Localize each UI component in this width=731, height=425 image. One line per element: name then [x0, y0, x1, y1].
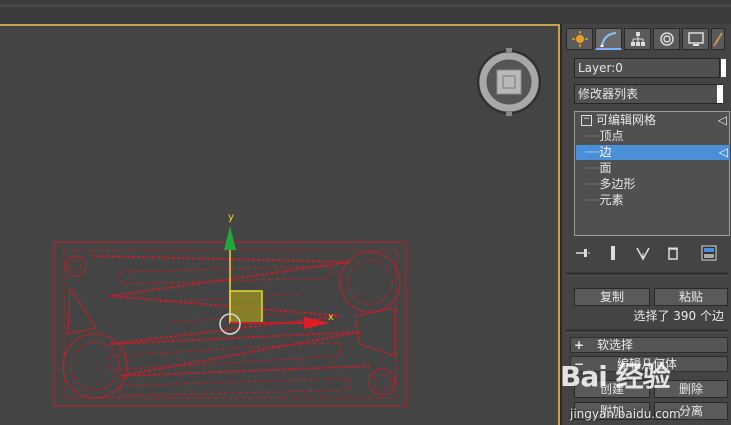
edit-geometry-rollout[interactable]: − 编辑几何体	[570, 356, 728, 372]
configure-modifier-sets-icon[interactable]	[700, 244, 718, 262]
viewcube[interactable]	[477, 48, 541, 116]
stack-root-label: 可编辑网格	[596, 113, 657, 127]
toolbar-strip	[0, 4, 731, 7]
stack-item-label: 顶点	[599, 129, 624, 143]
stack-item-label: 多边形	[599, 177, 636, 191]
display-icon	[687, 32, 704, 46]
tab-hierarchy[interactable]	[624, 28, 651, 50]
tab-create[interactable]	[566, 28, 593, 50]
modifier-list-text: 修改器列表	[578, 87, 639, 101]
perspective-viewport[interactable]: y x	[0, 24, 560, 425]
separator	[566, 329, 728, 333]
stack-item-polygon[interactable]: ┈┈多边形	[585, 177, 729, 192]
show-end-result-icon[interactable]	[604, 244, 622, 262]
expand-icon: +	[573, 338, 585, 352]
command-panel: Layer:0 修改器列表 − 可编辑网格 ◁ ┈┈顶点 ┈┈边 ◁ ┈┈面 ┈┈…	[562, 24, 731, 425]
make-unique-icon[interactable]	[634, 244, 652, 262]
detach-button[interactable]: 分离	[654, 402, 728, 420]
selection-status: 选择了 390 个边	[633, 309, 724, 323]
stack-item-label: 元素	[599, 193, 624, 207]
object-color-swatch[interactable]	[721, 59, 726, 77]
stack-toolbar	[574, 242, 731, 264]
stack-item-label: 边	[599, 145, 612, 159]
object-name-text: Layer:0	[578, 61, 623, 75]
stack-item-edge[interactable]: ┈┈边 ◁	[576, 145, 730, 160]
hierarchy-icon	[630, 32, 645, 46]
edit-geometry-label: 编辑几何体	[617, 357, 678, 371]
tab-display[interactable]	[682, 28, 709, 50]
utilities-icon	[713, 32, 723, 47]
modifier-stack[interactable]: − 可编辑网格 ◁ ┈┈顶点 ┈┈边 ◁ ┈┈面 ┈┈多边形 ┈┈元素	[574, 111, 730, 236]
soft-selection-label: 软选择	[597, 338, 634, 352]
top-toolbar	[0, 0, 731, 25]
pin-stack-icon[interactable]	[574, 244, 592, 262]
panel-tabs	[566, 28, 725, 52]
viewport-canvas[interactable]: y x	[0, 26, 558, 425]
attach-button[interactable]: 附加	[574, 402, 650, 420]
separator	[566, 272, 728, 276]
collapse-icon[interactable]: −	[581, 115, 592, 126]
modify-icon	[600, 31, 616, 47]
expand-icon: −	[573, 357, 585, 371]
create-button[interactable]: 创建	[574, 380, 650, 398]
stack-item-element[interactable]: ┈┈元素	[585, 193, 729, 208]
motion-icon	[659, 32, 674, 46]
object-name-field[interactable]: Layer:0	[574, 58, 726, 78]
remove-modifier-icon[interactable]	[664, 244, 682, 262]
stack-root-row[interactable]: − 可编辑网格 ◁	[581, 113, 729, 128]
light-bulb-icon[interactable]: ◁	[719, 145, 728, 160]
light-bulb-icon[interactable]: ◁	[718, 113, 727, 128]
tab-utilities[interactable]	[711, 28, 725, 50]
copy-button[interactable]: 复制	[574, 288, 650, 306]
sun-icon	[571, 31, 588, 47]
stack-item-face[interactable]: ┈┈面	[585, 161, 729, 176]
stack-item-vertex[interactable]: ┈┈顶点	[585, 129, 729, 144]
tab-modify[interactable]	[595, 28, 622, 50]
modifier-list-dropdown[interactable]: 修改器列表	[574, 84, 723, 104]
tab-motion[interactable]	[653, 28, 680, 50]
stack-item-label: 面	[599, 161, 612, 175]
modifier-list-swatch	[717, 85, 723, 103]
gizmo-x-label: x	[328, 312, 334, 323]
soft-selection-rollout[interactable]: + 软选择	[570, 337, 728, 353]
gizmo-y-label: y	[228, 212, 234, 223]
paste-button[interactable]: 粘贴	[654, 288, 728, 306]
delete-button[interactable]: 删除	[654, 380, 728, 398]
